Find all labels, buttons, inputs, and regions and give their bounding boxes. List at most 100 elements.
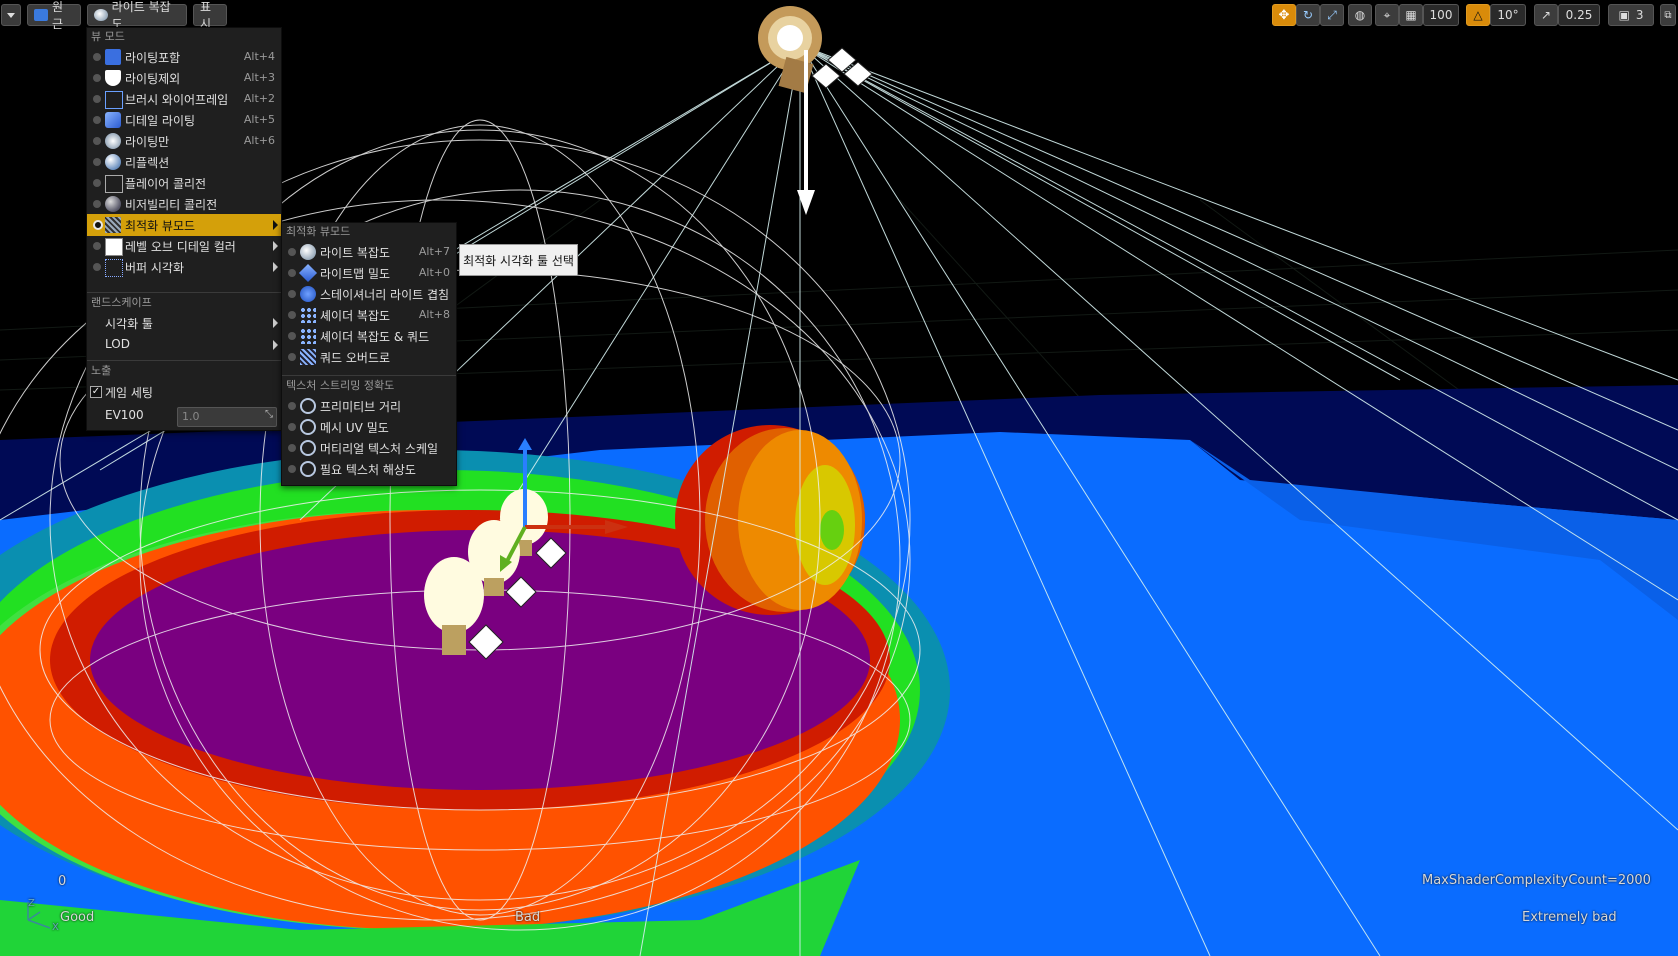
surface-snap-button[interactable]: ⌖ <box>1375 4 1399 26</box>
optimization-item-2[interactable]: 스테이셔너리 라이트 겹침 <box>282 283 456 305</box>
buffer-visualization-icon <box>105 259 123 277</box>
crosshair-icon <box>300 398 316 414</box>
landscape-lod-label: LOD <box>105 337 130 351</box>
grid-snap-value-text: 100 <box>1429 8 1453 22</box>
view-mode-item-2[interactable]: 브러시 와이어프레임 Alt+2 <box>87 88 281 110</box>
rotate-icon: ↻ <box>1302 8 1314 22</box>
optimization-section-header: 최적화 뷰모드 <box>286 225 351 238</box>
optimization-tooltip: 최적화 시각화 툴 선택 <box>459 244 578 276</box>
quad-overdraw-icon <box>300 349 316 365</box>
view-mode-item-shortcut: Alt+4 <box>243 50 275 63</box>
scale-snap-value-text: 0.25 <box>1565 8 1593 22</box>
radio-indicator-icon <box>93 220 103 230</box>
view-mode-item-0[interactable]: 라이팅포함 Alt+4 <box>87 46 281 68</box>
view-mode-item-4[interactable]: 라이팅만 Alt+6 <box>87 130 281 152</box>
texture-streaming-item-label: 머티리얼 텍스처 스케일 <box>320 442 439 456</box>
view-mode-section-header: 뷰 모드 <box>91 30 125 43</box>
optimization-item-5[interactable]: 쿼드 오버드로 <box>282 346 456 368</box>
view-mode-item-shortcut: Alt+3 <box>243 71 275 84</box>
optimization-item-label: 셰이더 복잡도 <box>320 309 391 323</box>
view-mode-item-1[interactable]: 라이팅제외 Alt+3 <box>87 67 281 89</box>
lightmap-density-icon <box>298 263 318 283</box>
lod-color-icon <box>105 238 123 256</box>
camera-speed-button[interactable]: ▣ 3 <box>1608 4 1654 26</box>
optimization-item-label: 라이트 복잡도 <box>320 246 391 260</box>
optimization-item-shortcut: Alt+7 <box>418 245 450 258</box>
scale-tool-button[interactable]: ⤢ <box>1320 4 1344 26</box>
perspective-button[interactable]: 원근 <box>27 0 81 31</box>
view-mode-item-label: 라이팅제외 <box>125 72 181 86</box>
complexity-extremely-bad-label: Extremely bad <box>1522 910 1617 925</box>
radio-indicator-icon <box>288 332 296 340</box>
rotate-tool-button[interactable]: ↻ <box>1296 4 1320 26</box>
optimization-item-label: 쿼드 오버드로 <box>320 351 391 365</box>
optimization-item-shortcut: Alt+8 <box>418 308 450 321</box>
light-complexity-icon <box>94 9 108 21</box>
perspective-cube-icon <box>34 9 48 21</box>
scale-snap-value[interactable]: 0.25 <box>1558 4 1600 26</box>
rotation-snap-value[interactable]: 10° <box>1490 4 1526 26</box>
angle-icon: △ <box>1473 8 1483 22</box>
optimization-item-3[interactable]: 셰이더 복잡도 Alt+8 <box>282 304 456 326</box>
game-settings-label: 게임 세팅 <box>105 386 153 400</box>
view-mode-item-10[interactable]: 버퍼 시각화 <box>87 256 281 278</box>
view-mode-item-9[interactable]: 레벨 오브 디테일 컬러 <box>87 235 281 257</box>
landscape-visualizer-item[interactable]: 시각화 툴 <box>87 312 281 334</box>
detail-lighting-icon <box>105 112 121 128</box>
view-mode-item-7[interactable]: 비저빌리티 콜리전 <box>87 193 281 215</box>
translate-tool-button[interactable]: ✥ <box>1272 4 1296 26</box>
surface-snap-icon: ⌖ <box>1383 7 1391 22</box>
stationary-light-overlap-icon <box>300 286 316 302</box>
game-settings-item[interactable]: ✓ 게임 세팅 <box>87 381 281 403</box>
radio-indicator-icon <box>288 402 296 410</box>
radio-indicator-icon <box>288 444 296 452</box>
viewport-options-dropdown[interactable] <box>1 4 21 26</box>
view-mode-button[interactable]: 라이트 복잡도 <box>87 0 187 31</box>
view-mode-item-3[interactable]: 디테일 라이팅 Alt+5 <box>87 109 281 131</box>
texture-streaming-item-0[interactable]: 프리미티브 거리 <box>282 395 456 417</box>
view-mode-item-shortcut: Alt+2 <box>243 92 275 105</box>
crosshair-icon <box>300 440 316 456</box>
radio-indicator-icon <box>93 179 101 187</box>
world-local-toggle[interactable]: ◍ <box>1348 4 1372 26</box>
optimization-viewmode-submenu: 최적화 뷰모드 라이트 복잡도 Alt+7 라이트맵 밀도 Alt+0 스테이셔너리 라… <box>281 222 457 486</box>
optimization-item-4[interactable]: 셰이더 복잡도 & 쿼드 <box>282 325 456 347</box>
lit-cube-icon <box>105 49 121 65</box>
ev100-input[interactable]: 1.0 ⤡ <box>177 407 277 427</box>
radio-indicator-icon <box>93 74 101 82</box>
view-mode-item-5[interactable]: 리플렉션 <box>87 151 281 173</box>
texture-streaming-item-1[interactable]: 메시 UV 밀도 <box>282 416 456 438</box>
show-button[interactable]: 표시 <box>193 0 227 31</box>
texture-streaming-item-3[interactable]: 필요 텍스처 해상도 <box>282 458 456 480</box>
texture-streaming-item-2[interactable]: 머티리얼 텍스처 스케일 <box>282 437 456 459</box>
maximize-viewport-button[interactable]: ⧉ <box>1660 4 1676 26</box>
landscape-section-header: 랜드스케이프 <box>91 296 152 309</box>
view-mode-item-label: 라이팅만 <box>125 135 170 149</box>
scale-snap-toggle[interactable]: ↗ <box>1534 4 1558 26</box>
view-mode-item-shortcut: Alt+5 <box>243 113 275 126</box>
maximize-icon: ⧉ <box>1664 9 1672 21</box>
rotation-snap-toggle[interactable]: △ <box>1466 4 1490 26</box>
view-mode-item-8[interactable]: 최적화 뷰모드 <box>87 214 281 236</box>
grid-snap-toggle[interactable]: ▦ <box>1399 4 1423 26</box>
complexity-good-label: Good <box>60 910 95 925</box>
optimization-item-label: 스테이셔너리 라이트 겹침 <box>320 288 450 302</box>
rotation-snap-value-text: 10° <box>1497 8 1519 22</box>
landscape-lod-item[interactable]: LOD <box>87 334 281 356</box>
submenu-arrow-icon <box>273 241 278 251</box>
crosshair-icon <box>300 461 316 477</box>
ev100-label: EV100 <box>105 408 144 422</box>
radio-indicator-icon <box>288 248 296 256</box>
texture-streaming-item-label: 메시 UV 밀도 <box>320 421 389 435</box>
view-mode-menu: 뷰 모드 라이팅포함 Alt+4 라이팅제외 Alt+3 브러시 와이어프레임 Alt+2… <box>86 27 282 431</box>
visibility-collision-icon <box>105 196 121 212</box>
optimization-grid-icon <box>105 217 121 233</box>
grid-snap-value[interactable]: 100 <box>1423 4 1459 26</box>
shader-complexity-icon <box>300 307 316 323</box>
optimization-item-0[interactable]: 라이트 복잡도 Alt+7 <box>282 241 456 263</box>
landscape-visualizer-label: 시각화 툴 <box>105 317 153 331</box>
game-settings-checkbox[interactable]: ✓ <box>90 386 102 398</box>
reflection-sphere-icon <box>105 154 121 170</box>
view-mode-item-6[interactable]: 플레이어 콜리전 <box>87 172 281 194</box>
optimization-item-1[interactable]: 라이트맵 밀도 Alt+0 <box>282 262 456 284</box>
